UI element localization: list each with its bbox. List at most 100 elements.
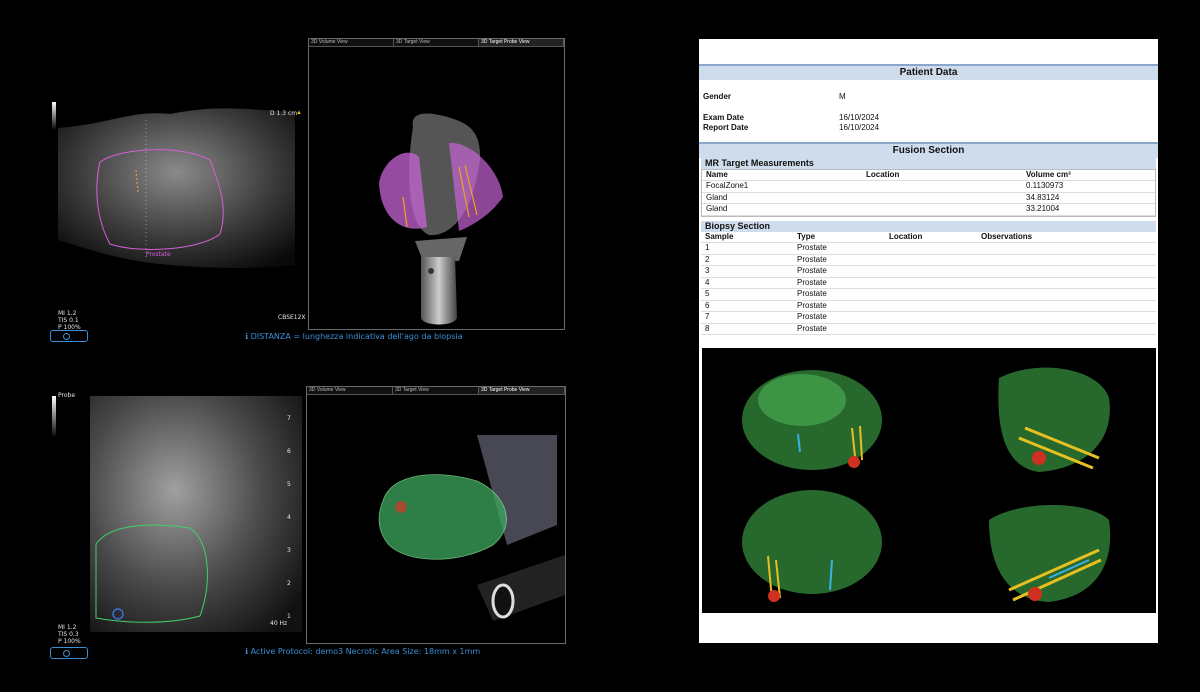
fusion-render-1 [702,348,929,480]
sample-type: Prostate [797,277,827,287]
acoustic-params: MI 1.2 TIS 0.1 P 100% [58,310,81,331]
probe-icon[interactable] [50,647,88,659]
gender-label: Gender [703,92,732,101]
table-row: Gland 33.21004 [702,204,1155,216]
table-row: 4 Prostate [701,277,1156,289]
biopsy-table-header: Sample Type Location Observations [701,231,1156,243]
tab-3d-volume-view[interactable]: 3D Volume View [307,387,393,394]
sample-id: 5 [705,289,710,298]
power-value: P 100% [58,638,81,645]
ultrasound-view-top[interactable]: D 1.3 cm ▲ Prostate CBSE12X MI 1.2 TIS 0… [50,100,308,345]
tab-3d-volume-view[interactable]: 3D Volume View [309,39,394,46]
sample-type: Prostate [797,300,827,310]
table-row: 7 Prostate [701,312,1156,324]
scale-tick: 5 [287,481,291,488]
probe-icon[interactable] [50,330,88,342]
scale-tick: 3 [287,547,291,554]
table-row: 6 Prostate [701,300,1156,312]
probe-model: CBSE12X [278,314,306,321]
sample-id: 3 [705,266,710,275]
report-date-row: Report Date 16/10/2024 [699,123,1158,134]
table-row: 2 Prostate [701,254,1156,266]
table-row: 8 Prostate [701,323,1156,335]
3d-render-bottom [378,435,565,621]
sample-id: 7 [705,312,710,321]
3d-render-top [379,113,503,325]
exam-date-label: Exam Date [703,112,744,122]
fusion-render-3 [702,480,929,612]
scale-tick: 6 [287,448,291,455]
col-observations: Observations [981,231,1033,241]
acoustic-params-bottom: MI 1.2 TIS 0.3 P 100% [58,624,81,645]
mi-value: MI 1.2 [58,624,77,631]
exam-date-row: Exam Date 16/10/2024 [699,113,1158,124]
mr-volume: 33.21004 [1026,204,1060,213]
view-tabs-bottom: 3D Volume View 3D Target View 3D Target … [307,387,565,395]
biopsy-table: Sample Type Location Observations 1 Prost… [701,231,1156,335]
patient-data-header: Patient Data [699,64,1158,80]
sample-type: Prostate [797,266,827,275]
caption-top: ℹ DISTANZA = lunghezza indicativa dell'a… [245,332,463,341]
caption-bottom: ℹ Active Protocol: demo3 Necrotic Area S… [245,647,481,656]
sample-type: Prostate [797,254,827,264]
scale-tick: 4 [287,514,291,521]
sample-id: 1 [705,243,710,252]
gender-value: M [839,92,846,101]
mr-name: Gland [706,204,728,213]
col-location: Location [889,231,923,241]
warning-icon: ▲ [296,110,302,116]
col-type: Type [797,231,816,241]
exam-date-value: 16/10/2024 [839,112,880,122]
table-row: FocalZone1 0.1130973 [702,181,1155,193]
sample-type: Prostate [797,289,827,298]
report-date-value: 16/10/2024 [839,123,880,132]
sample-id: 6 [705,300,710,310]
table-row: 1 Prostate [701,243,1156,255]
tis-value: TIS 0.3 [58,631,79,638]
col-name: Name [706,169,728,179]
col-sample: Sample [705,231,734,241]
col-location: Location [866,169,900,179]
view-tabs-top: 3D Volume View 3D Target View 3D Target … [309,39,564,47]
patient-report: Patient Data Gender M Exam Date 16/10/20… [699,39,1158,643]
mi-value: MI 1.2 [58,310,77,317]
tab-3d-target-probe-view[interactable]: 3D Target Probe View [479,387,565,394]
mr-name: Gland [706,192,728,202]
fusion-render-4 [929,480,1156,612]
mr-volume: 34.83124 [1026,192,1060,202]
sample-id: 2 [705,254,710,264]
mr-volume: 0.1130973 [1026,181,1064,190]
sample-type: Prostate [797,243,827,252]
table-row: Gland 34.83124 [702,192,1155,204]
depth-readout: D 1.3 cm [270,110,298,117]
depth-scale: 7 6 5 4 3 2 1 [287,402,291,633]
sample-type: Prostate [797,312,827,321]
3d-probe-view-bottom[interactable]: 3D Volume View 3D Target View 3D Target … [306,386,566,644]
ultrasound-image-bottom [52,396,302,632]
gender-row: Gender M [699,92,1158,103]
tab-3d-target-view[interactable]: 3D Target View [393,387,479,394]
scale-tick: 7 [287,415,291,422]
scale-tick: 2 [287,580,291,587]
prostate-label: Prostate [146,251,171,258]
tab-3d-target-view[interactable]: 3D Target View [394,39,479,46]
report-date-label: Report Date [703,123,749,132]
sample-type: Prostate [797,323,827,333]
scale-tick: 1 [287,613,291,620]
mr-table-header: Name Location Volume cm³ [702,169,1155,181]
tab-3d-target-probe-view[interactable]: 3D Target Probe View [479,39,564,46]
sample-id: 8 [705,323,710,333]
fusion-3d-renders [702,348,1156,613]
fusion-render-2 [929,348,1156,480]
ultrasound-image [52,102,295,268]
table-row: 5 Prostate [701,289,1156,301]
sample-id: 4 [705,277,710,287]
biopsy-section-header: Biopsy Section [701,220,1156,232]
frequency-readout: 40 Hz [270,620,288,627]
mr-target-header: MR Target Measurements [701,157,1156,169]
mr-name: FocalZone1 [706,181,749,190]
ultrasound-view-bottom[interactable]: Probe 40 Hz 7 6 5 4 3 2 1 MI 1.2 TIS 0.3… [50,392,306,662]
mr-table: Name Location Volume cm³ FocalZone1 0.11… [701,168,1156,217]
3d-probe-view-top[interactable]: 3D Volume View 3D Target View 3D Target … [308,38,565,330]
fusion-section-header: Fusion Section [699,141,1158,158]
